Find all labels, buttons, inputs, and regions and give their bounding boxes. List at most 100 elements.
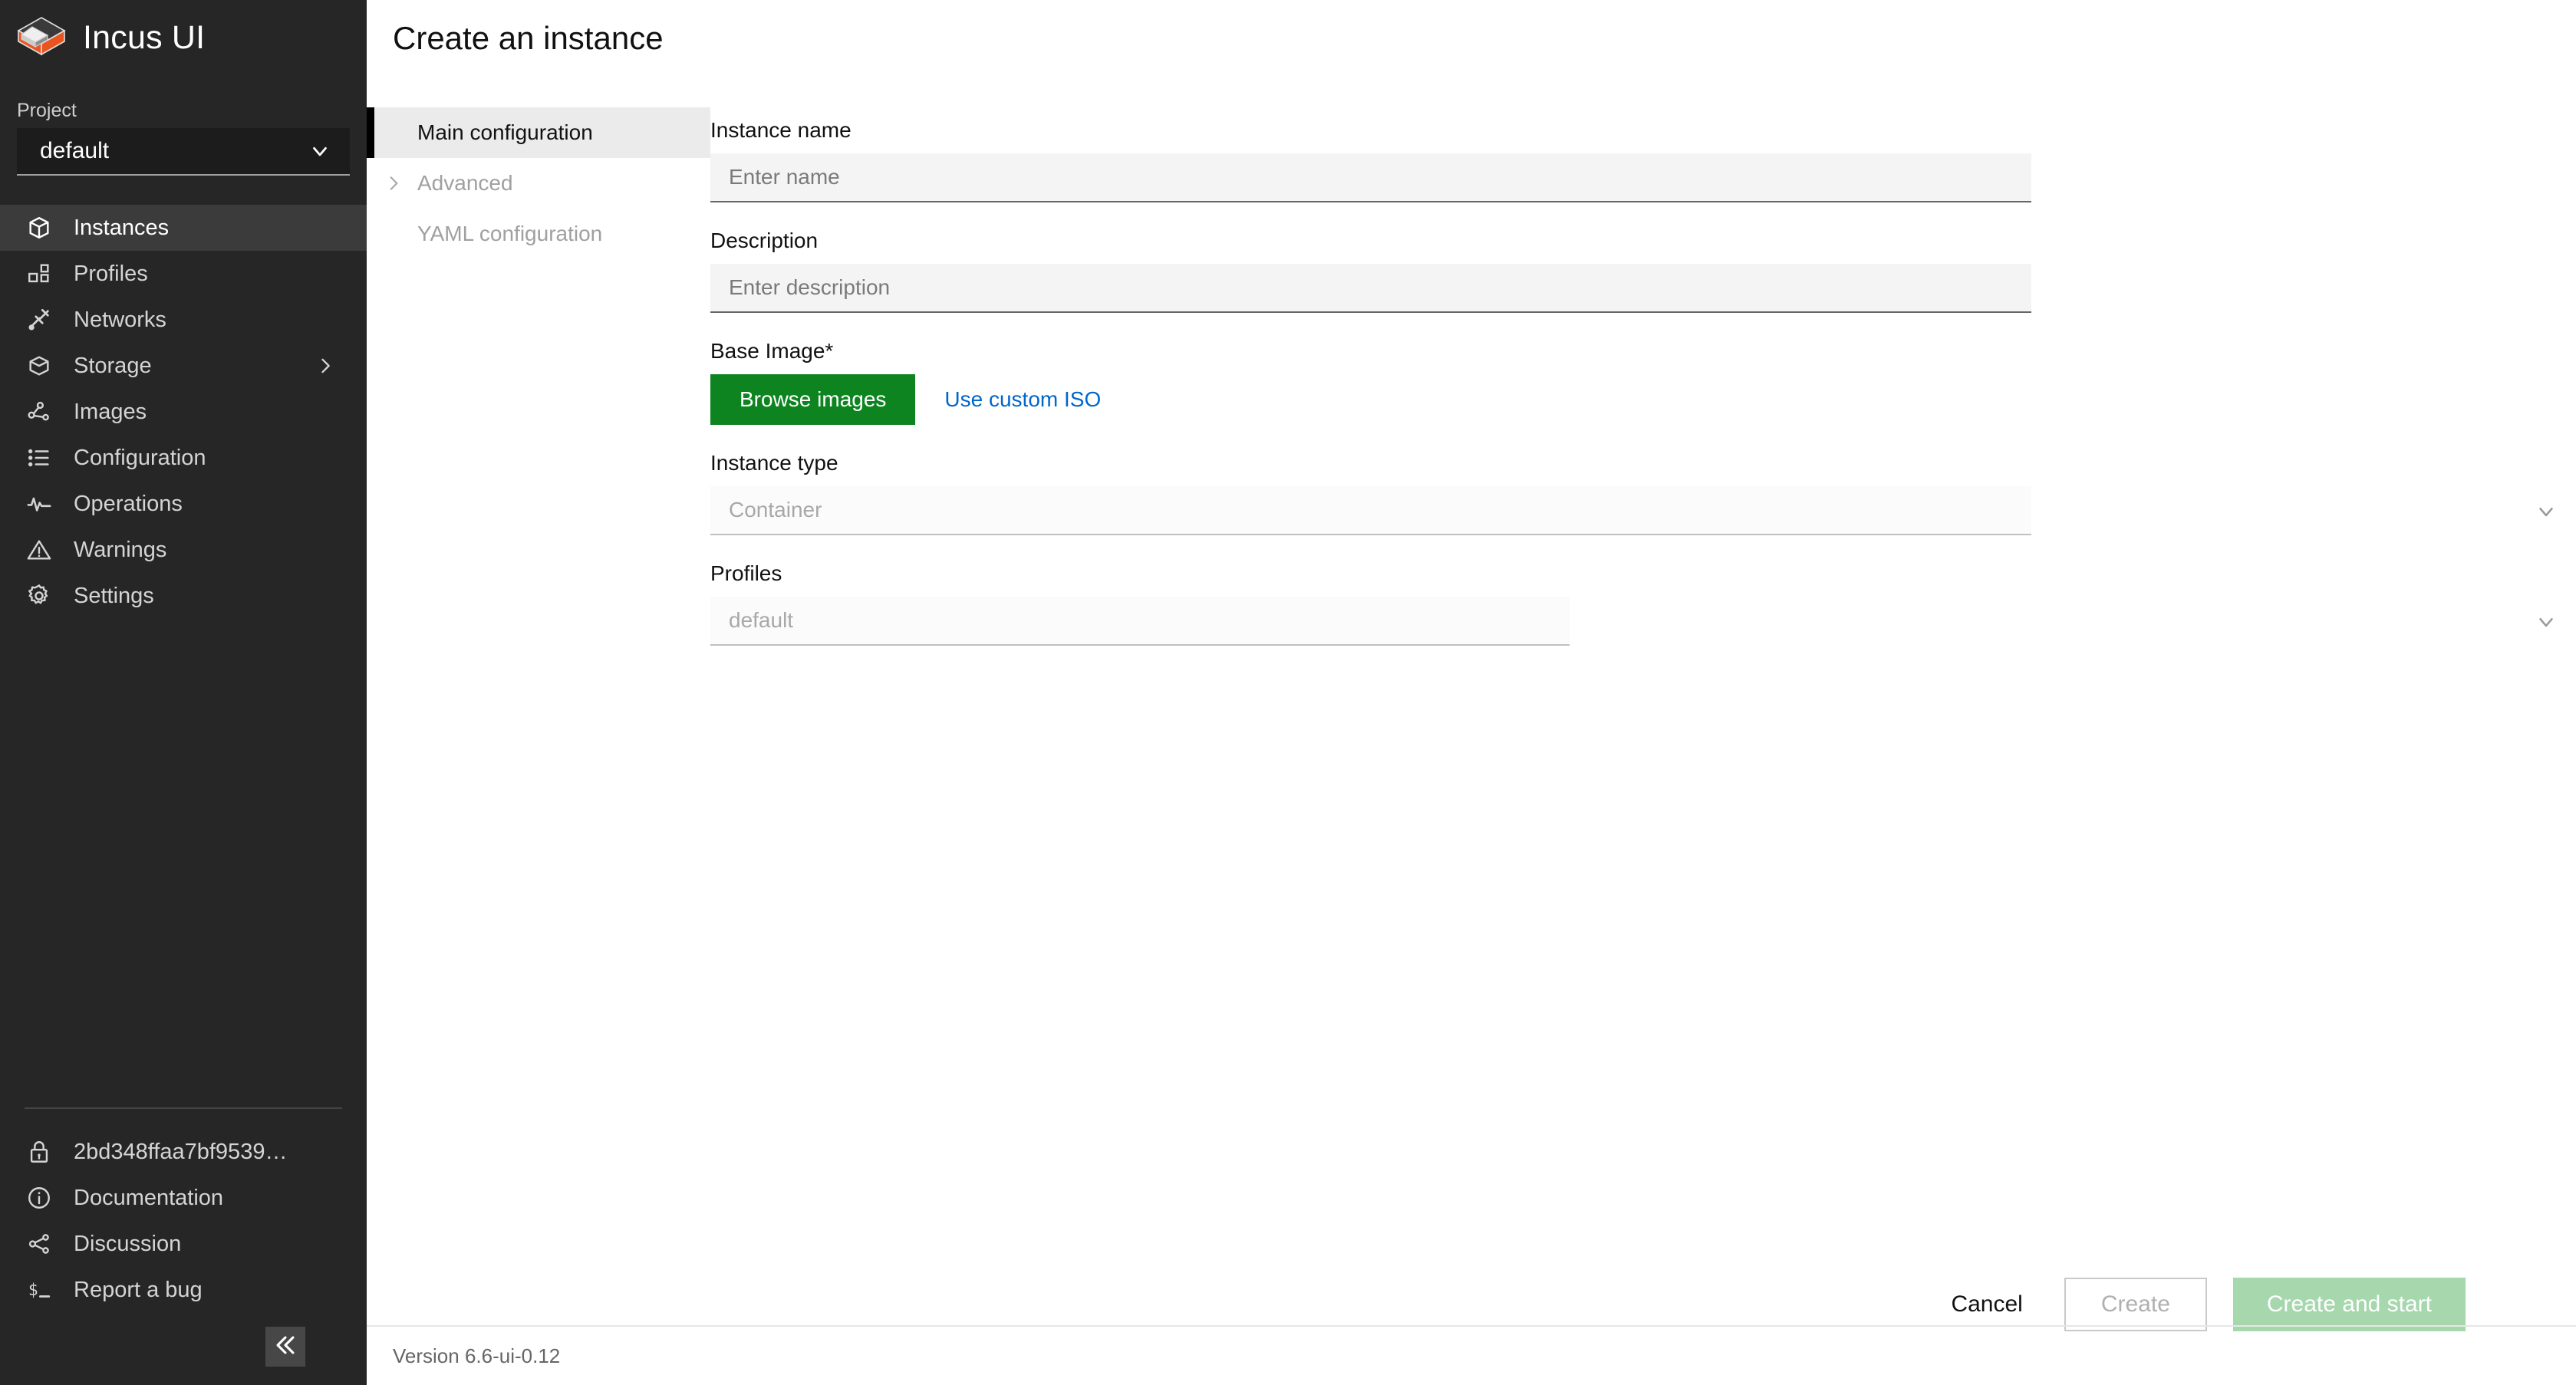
sidebar-item-label: Documentation (74, 1185, 224, 1210)
tab-label: YAML configuration (417, 222, 603, 245)
share-nodes-icon (25, 1229, 54, 1258)
sidebar-item-label: Storage (74, 353, 152, 378)
sidebar-collapse-button[interactable] (265, 1327, 305, 1367)
base-image-actions: Browse images Use custom ISO (710, 374, 2576, 425)
incus-cube-logo-icon (17, 16, 66, 59)
app-root: Incus UI Project default Instances Profi… (0, 0, 2576, 1385)
use-custom-iso-link[interactable]: Use custom ISO (944, 387, 1101, 412)
sidebar: Incus UI Project default Instances Profi… (0, 0, 367, 1385)
instance-name-input[interactable] (710, 153, 2031, 202)
create-and-start-button[interactable]: Create and start (2232, 1278, 2466, 1331)
field-instance-name: Instance name (710, 118, 2576, 202)
tab-yaml-configuration[interactable]: YAML configuration (367, 209, 710, 259)
sidebar-item-label: Networks (74, 307, 166, 332)
sidebar-item-configuration[interactable]: Configuration (0, 435, 367, 481)
chevron-right-icon (384, 173, 404, 193)
instance-type-select[interactable]: Container (710, 486, 2553, 535)
chevron-down-icon (2535, 500, 2558, 523)
sidebar-item-documentation[interactable]: Documentation (17, 1175, 350, 1221)
sidebar-bottom: 2bd348ffaa7bf9539… Documentation Discuss… (0, 1107, 367, 1385)
version-text: Version 6.6-ui-0.12 (393, 1344, 561, 1367)
browse-images-button[interactable]: Browse images (710, 374, 916, 425)
instance-type-label: Instance type (710, 451, 838, 475)
base-image-label: Base Image* (710, 339, 834, 363)
sidebar-divider (25, 1107, 342, 1109)
description-label: Description (710, 229, 819, 252)
field-profiles: Profiles default (710, 561, 2576, 646)
sidebar-item-operations[interactable]: Operations (0, 481, 367, 527)
warning-triangle-icon (25, 535, 54, 564)
sidebar-item-profiles[interactable]: Profiles (0, 251, 367, 297)
create-button[interactable]: Create (2064, 1278, 2207, 1331)
sidebar-item-label: Profiles (74, 261, 148, 286)
page-header: Create an instance (367, 0, 2576, 84)
sidebar-item-networks[interactable]: Networks (0, 297, 367, 343)
chevron-right-icon (315, 355, 336, 377)
instance-type-select-wrap: Container (710, 486, 2576, 535)
tab-advanced[interactable]: Advanced (367, 158, 710, 209)
chevron-down-icon (2535, 610, 2558, 633)
images-nodes-icon (25, 397, 54, 426)
config-tab-list: Main configuration Advanced YAML configu… (367, 84, 710, 1385)
sidebar-item-report-a-bug[interactable]: $ Report a bug (17, 1267, 350, 1313)
sidebar-item-settings[interactable]: Settings (0, 573, 367, 619)
brand-title: Incus UI (83, 18, 206, 56)
storage-cube-icon (25, 351, 54, 380)
sidebar-nav: Instances Profiles Networks Storage Imag… (0, 205, 367, 619)
profiles-grid-icon (25, 259, 54, 288)
instance-name-label: Instance name (710, 118, 852, 142)
sidebar-item-warnings[interactable]: Warnings (0, 527, 367, 573)
cancel-button[interactable]: Cancel (1935, 1278, 2037, 1331)
sidebar-item-label: Instances (74, 215, 170, 240)
sidebar-item-label: 2bd348ffaa7bf9539… (74, 1139, 288, 1164)
tab-label: Main configuration (417, 120, 593, 144)
sidebar-item-label: Warnings (74, 537, 167, 562)
networks-plug-icon (25, 305, 54, 334)
main-content: Create an instance Main configuration Ad… (367, 0, 2576, 1385)
svg-text:$: $ (28, 1281, 38, 1300)
create-instance-form: Instance name Description Base Image* Br… (710, 84, 2576, 1385)
profiles-select-wrap: default (710, 597, 2576, 646)
brand: Incus UI (0, 0, 367, 66)
sidebar-item-images[interactable]: Images (0, 389, 367, 435)
sidebar-item-storage[interactable]: Storage (0, 343, 367, 389)
lock-icon (25, 1137, 54, 1166)
operations-pulse-icon (25, 489, 54, 518)
gear-icon (25, 581, 54, 610)
double-chevron-left-icon (272, 1332, 298, 1362)
field-base-image: Base Image* Browse images Use custom ISO (710, 339, 2576, 425)
profiles-select[interactable]: default (710, 597, 2553, 646)
sidebar-item-label: Images (74, 399, 147, 424)
page-title: Create an instance (393, 20, 664, 56)
sidebar-item-label: Settings (74, 583, 154, 608)
tab-label: Advanced (417, 171, 513, 195)
body-area: Main configuration Advanced YAML configu… (367, 84, 2576, 1385)
sidebar-item-discussion[interactable]: Discussion (17, 1221, 350, 1267)
tab-main-configuration[interactable]: Main configuration (367, 107, 710, 158)
project-selector-block: Project default (0, 100, 367, 176)
form-action-bar: Cancel Create Create and start (367, 1278, 2576, 1331)
collapse-row (17, 1327, 350, 1367)
description-input[interactable] (710, 264, 2031, 313)
field-instance-type: Instance type Container (710, 451, 2576, 535)
sidebar-item-label: Discussion (74, 1231, 182, 1256)
project-select-value: default (40, 138, 110, 163)
sidebar-item-label: Report a bug (74, 1277, 203, 1302)
terminal-prompt-icon: $ (25, 1275, 54, 1304)
profiles-label: Profiles (710, 561, 782, 585)
sidebar-item-instances[interactable]: Instances (0, 205, 367, 251)
instance-type-value: Container (729, 498, 822, 521)
project-select[interactable]: default (17, 128, 350, 176)
chevron-down-icon (308, 140, 331, 163)
sidebar-item-label: Configuration (74, 445, 206, 470)
field-description: Description (710, 229, 2576, 313)
profiles-value: default (729, 608, 794, 632)
sidebar-item-label: Operations (74, 491, 183, 516)
project-label: Project (17, 100, 77, 121)
instances-box-icon (25, 213, 54, 242)
status-bar: Version 6.6-ui-0.12 (367, 1325, 2576, 1385)
sidebar-item-certificate[interactable]: 2bd348ffaa7bf9539… (17, 1129, 350, 1175)
info-circle-icon (25, 1183, 54, 1212)
configuration-list-icon (25, 443, 54, 472)
